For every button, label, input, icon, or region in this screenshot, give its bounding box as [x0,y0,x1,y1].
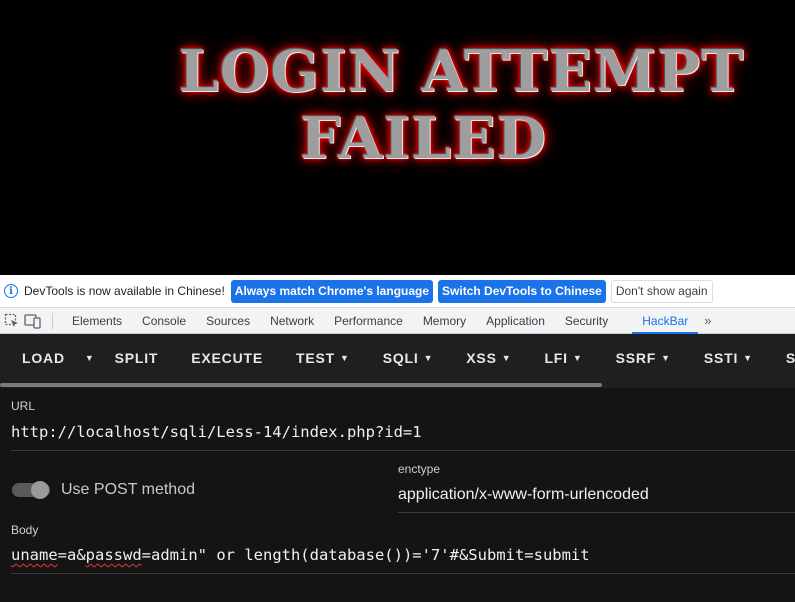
page-viewport: LOGIN ATTEMPT FAILED [0,0,795,275]
devtools-tab-bar: Elements Console Sources Network Perform… [0,308,795,334]
load-button[interactable]: LOAD [22,334,65,382]
split-button-label: SPLIT [114,350,159,366]
xss-menu-button[interactable]: XSS ▼ [466,334,511,382]
chevron-down-icon: ▼ [661,353,671,363]
inspect-element-icon[interactable] [3,312,21,330]
post-method-label: Use POST method [61,481,195,498]
shell-menu-button[interactable]: SH [786,334,795,382]
tab-sources[interactable]: Sources [196,308,260,334]
load-button-label: LOAD [22,350,65,366]
info-icon: i [4,284,18,298]
url-input[interactable]: http://localhost/sqli/Less-14/index.php?… [11,423,422,441]
dont-show-again-button[interactable]: Don't show again [610,279,713,303]
scrollbar-thumb[interactable] [0,383,602,387]
execute-button-label: EXECUTE [191,350,263,366]
tab-security[interactable]: Security [555,308,618,334]
chevron-down-icon: ▼ [423,353,434,363]
enctype-select[interactable]: application/x-www-form-urlencoded [398,486,649,504]
toolbar-divider [52,312,53,329]
load-options-caret-icon[interactable]: ▼ [83,334,95,382]
split-button[interactable]: SPLIT [115,334,159,382]
sqli-menu-button[interactable]: SQLI ▼ [383,334,434,382]
lfi-menu-label: LFI [544,350,568,366]
chevron-down-icon: ▼ [743,353,753,363]
test-menu-label: TEST [296,350,335,366]
failure-headline-line2: FAILED [300,105,547,172]
shell-menu-label: SH [785,350,795,366]
hackbar-toolbar: LOAD ▼ SPLIT EXECUTE TEST ▼ SQLI ▼ XSS ▼ LF… [0,334,795,382]
devtools-language-infobar: i DevTools is now available in Chinese! … [0,275,795,308]
execute-button[interactable]: EXECUTE [191,334,263,382]
url-underline [11,450,795,451]
xss-menu-label: XSS [466,350,497,366]
toggle-knob [31,481,49,499]
tab-performance[interactable]: Performance [324,308,413,334]
ssti-menu-label: SSTI [703,350,739,366]
more-tabs-chevron-icon[interactable]: » [698,313,717,328]
tab-network[interactable]: Network [260,308,324,334]
infobar-message: DevTools is now available in Chinese! [24,284,225,298]
body-passwd-key: passwd [85,546,142,564]
lfi-menu-button[interactable]: LFI ▼ [544,334,582,382]
always-match-language-button[interactable]: Always match Chrome's language [230,279,434,303]
post-method-toggle[interactable] [12,481,50,499]
enctype-label: enctype [398,462,441,476]
body-payload: =admin" or length(database())='7'#&Submi… [141,546,590,564]
device-toolbar-icon[interactable] [24,312,42,330]
chevron-down-icon: ▼ [339,353,350,363]
enctype-underline [398,512,795,513]
ssrf-menu-label: SSRF [615,350,657,366]
url-label: URL [11,399,36,413]
tab-application[interactable]: Application [476,308,555,334]
ssti-menu-button[interactable]: SSTI ▼ [704,334,753,382]
body-uname-value: =a& [57,546,86,564]
ssrf-menu-button[interactable]: SSRF ▼ [616,334,671,382]
tab-hackbar[interactable]: HackBar [632,308,699,334]
tab-memory[interactable]: Memory [413,308,476,334]
switch-to-chinese-button[interactable]: Switch DevTools to Chinese [438,279,606,303]
body-label: Body [11,523,39,537]
test-menu-button[interactable]: TEST ▼ [296,334,350,382]
body-input[interactable]: uname=a&passwd=admin" or length(database… [11,546,590,564]
hackbar-form: URL http://localhost/sqli/Less-14/index.… [0,388,795,602]
body-uname-key: uname [11,546,58,564]
body-underline [11,573,795,574]
chevron-down-icon: ▼ [501,353,512,363]
tab-elements[interactable]: Elements [62,308,132,334]
tab-console[interactable]: Console [132,308,196,334]
sqli-menu-label: SQLI [382,350,419,366]
failure-headline-line1: LOGIN ATTEMPT [178,38,745,105]
chevron-down-icon: ▼ [572,353,583,363]
